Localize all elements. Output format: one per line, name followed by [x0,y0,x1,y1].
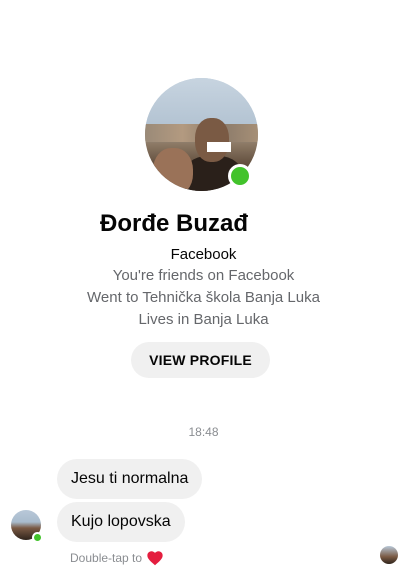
sender-online-indicator [32,532,43,543]
message-timestamp: 18:48 [188,425,219,439]
photo-person-face [195,118,229,162]
message-bubble[interactable]: Kujo lopovska [57,502,185,542]
friend-status-text: You're friends on Facebook [112,267,295,284]
profile-name: Đorđe Buzađ [100,210,249,237]
photo-sky [145,78,258,126]
view-profile-button[interactable]: VIEW PROFILE [131,342,270,378]
name-fade-overlay [254,210,294,240]
reaction-hint-text: Double-tap to [70,551,143,565]
location-text: Lives in Banja Luka [138,311,269,328]
message-bubble[interactable]: Jesu ti normalna [57,459,203,499]
reaction-hint: Double-tap to [70,550,164,566]
online-status-indicator [228,164,252,188]
profile-source: Facebook [170,246,237,263]
education-text: Went to Tehnička škola Banja Luka [87,289,320,306]
heart-icon[interactable] [146,550,164,566]
read-receipt-avatar [380,546,398,564]
photo-second-person [153,148,193,191]
photo-censor-bar [207,142,231,152]
